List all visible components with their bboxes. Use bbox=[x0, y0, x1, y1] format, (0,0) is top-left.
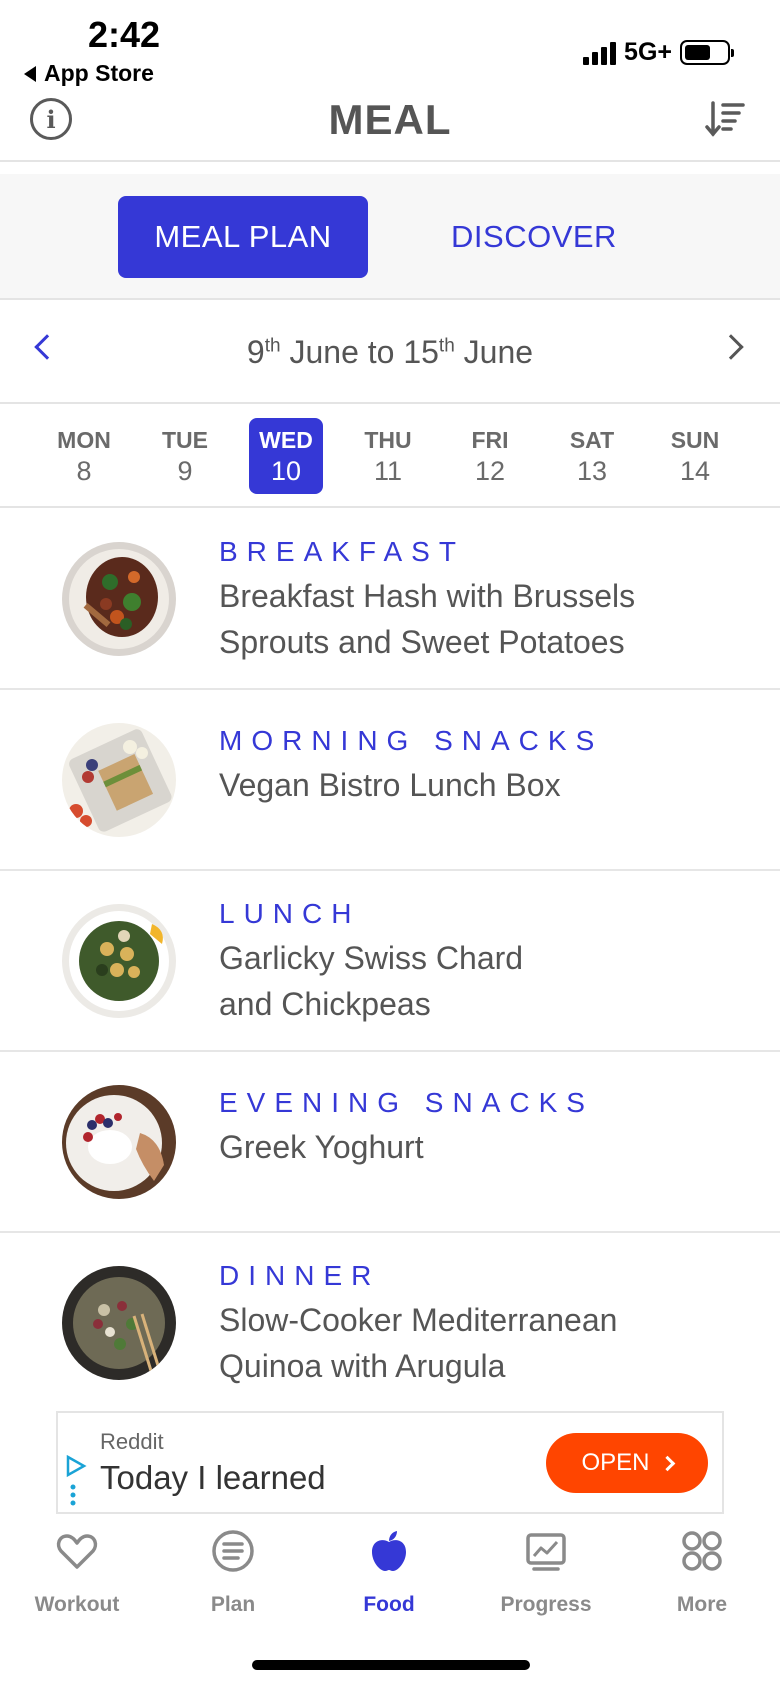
ad-open-button[interactable]: OPEN bbox=[546, 1433, 708, 1493]
day-selector: MON 8 TUE 9 WED 10 THU 11 FRI 12 SAT 13 … bbox=[0, 404, 780, 508]
meal-type-label: BREAKFAST bbox=[219, 536, 465, 567]
ad-choices-icon[interactable] bbox=[64, 1455, 88, 1507]
day-mon[interactable]: MON 8 bbox=[47, 418, 121, 494]
meal-plan-tab[interactable]: MEAL PLAN bbox=[118, 196, 368, 278]
list-icon bbox=[212, 1530, 254, 1572]
heart-icon bbox=[56, 1534, 98, 1569]
morning-snacks-photo bbox=[62, 723, 176, 837]
status-bar: 2:42 App Store 5G+ bbox=[0, 0, 780, 90]
header: i MEAL bbox=[0, 90, 780, 162]
dinner-photo bbox=[62, 1266, 176, 1380]
meal-name: Vegan Bistro Lunch Box bbox=[219, 767, 561, 803]
tab-more[interactable]: More bbox=[637, 1528, 767, 1617]
meal-name: Greek Yoghurt bbox=[219, 1129, 424, 1165]
meal-name: Breakfast Hash with Brussels Sprouts and… bbox=[219, 578, 636, 660]
meal-item-morning-snacks[interactable]: MORNING SNACKS Vegan Bistro Lunch Box bbox=[0, 690, 780, 871]
home-indicator bbox=[252, 1660, 530, 1670]
grid-icon bbox=[682, 1531, 722, 1571]
ad-headline: Today I learned bbox=[100, 1459, 326, 1496]
day-fri[interactable]: FRI 12 bbox=[453, 418, 527, 494]
tab-plan[interactable]: Plan bbox=[168, 1528, 298, 1617]
status-time: 2:42 bbox=[88, 14, 161, 55]
tab-workout[interactable]: Workout bbox=[12, 1528, 142, 1617]
day-sun[interactable]: SUN 14 bbox=[658, 418, 732, 494]
day-sat[interactable]: SAT 13 bbox=[555, 418, 629, 494]
tab-progress[interactable]: Progress bbox=[481, 1528, 611, 1617]
meal-type-label: EVENING SNACKS bbox=[219, 1087, 594, 1118]
day-tue[interactable]: TUE 9 bbox=[148, 418, 222, 494]
back-app-label: App Store bbox=[44, 60, 154, 86]
tab-food[interactable]: Food bbox=[324, 1528, 454, 1617]
battery-icon bbox=[680, 40, 734, 65]
discover-tab[interactable]: DISCOVER bbox=[418, 196, 650, 278]
week-range-row: 9th June to 15th June bbox=[0, 302, 780, 404]
lunch-photo bbox=[62, 904, 176, 1018]
meal-item-lunch[interactable]: LUNCH Garlicky Swiss Chard and Chickpeas bbox=[0, 871, 780, 1052]
meal-type-label: LUNCH bbox=[219, 898, 361, 929]
meal-item-dinner[interactable]: DINNER Slow-Cooker Mediterranean Quinoa … bbox=[0, 1233, 780, 1414]
meal-name: Garlicky Swiss Chard and Chickpeas bbox=[219, 940, 524, 1022]
page-title: MEAL bbox=[328, 96, 452, 143]
back-to-app-store-link[interactable]: App Store bbox=[24, 60, 154, 87]
bottom-tab-bar: Workout Plan Food Progress More bbox=[0, 1516, 780, 1626]
status-indicators: 5G+ bbox=[583, 38, 734, 67]
ad-banner[interactable]: Reddit Today I learned OPEN bbox=[56, 1411, 724, 1514]
meal-type-label: DINNER bbox=[219, 1260, 381, 1291]
signal-icon bbox=[583, 41, 617, 65]
meal-item-evening-snacks[interactable]: EVENING SNACKS Greek Yoghurt bbox=[0, 1052, 780, 1233]
meal-type-label: MORNING SNACKS bbox=[219, 725, 604, 756]
week-range-label: 9th June to 15th June bbox=[246, 334, 534, 370]
chevron-right-icon bbox=[659, 1455, 675, 1471]
day-wed[interactable]: WED 10 bbox=[249, 418, 323, 494]
day-thu[interactable]: THU 11 bbox=[351, 418, 425, 494]
back-triangle-icon bbox=[24, 65, 36, 82]
ad-source: Reddit bbox=[100, 1429, 164, 1454]
apple-icon bbox=[372, 1531, 406, 1571]
sort-icon[interactable] bbox=[704, 98, 746, 140]
evening-snacks-photo bbox=[62, 1085, 176, 1199]
chart-icon bbox=[526, 1533, 566, 1571]
meal-name: Slow-Cooker Mediterranean Quinoa with Ar… bbox=[219, 1302, 618, 1384]
meal-item-breakfast[interactable]: BREAKFAST Breakfast Hash with Brussels S… bbox=[0, 509, 780, 690]
breakfast-photo bbox=[62, 542, 176, 656]
network-type: 5G+ bbox=[624, 38, 672, 66]
segmented-control: MEAL PLAN DISCOVER bbox=[0, 174, 780, 300]
